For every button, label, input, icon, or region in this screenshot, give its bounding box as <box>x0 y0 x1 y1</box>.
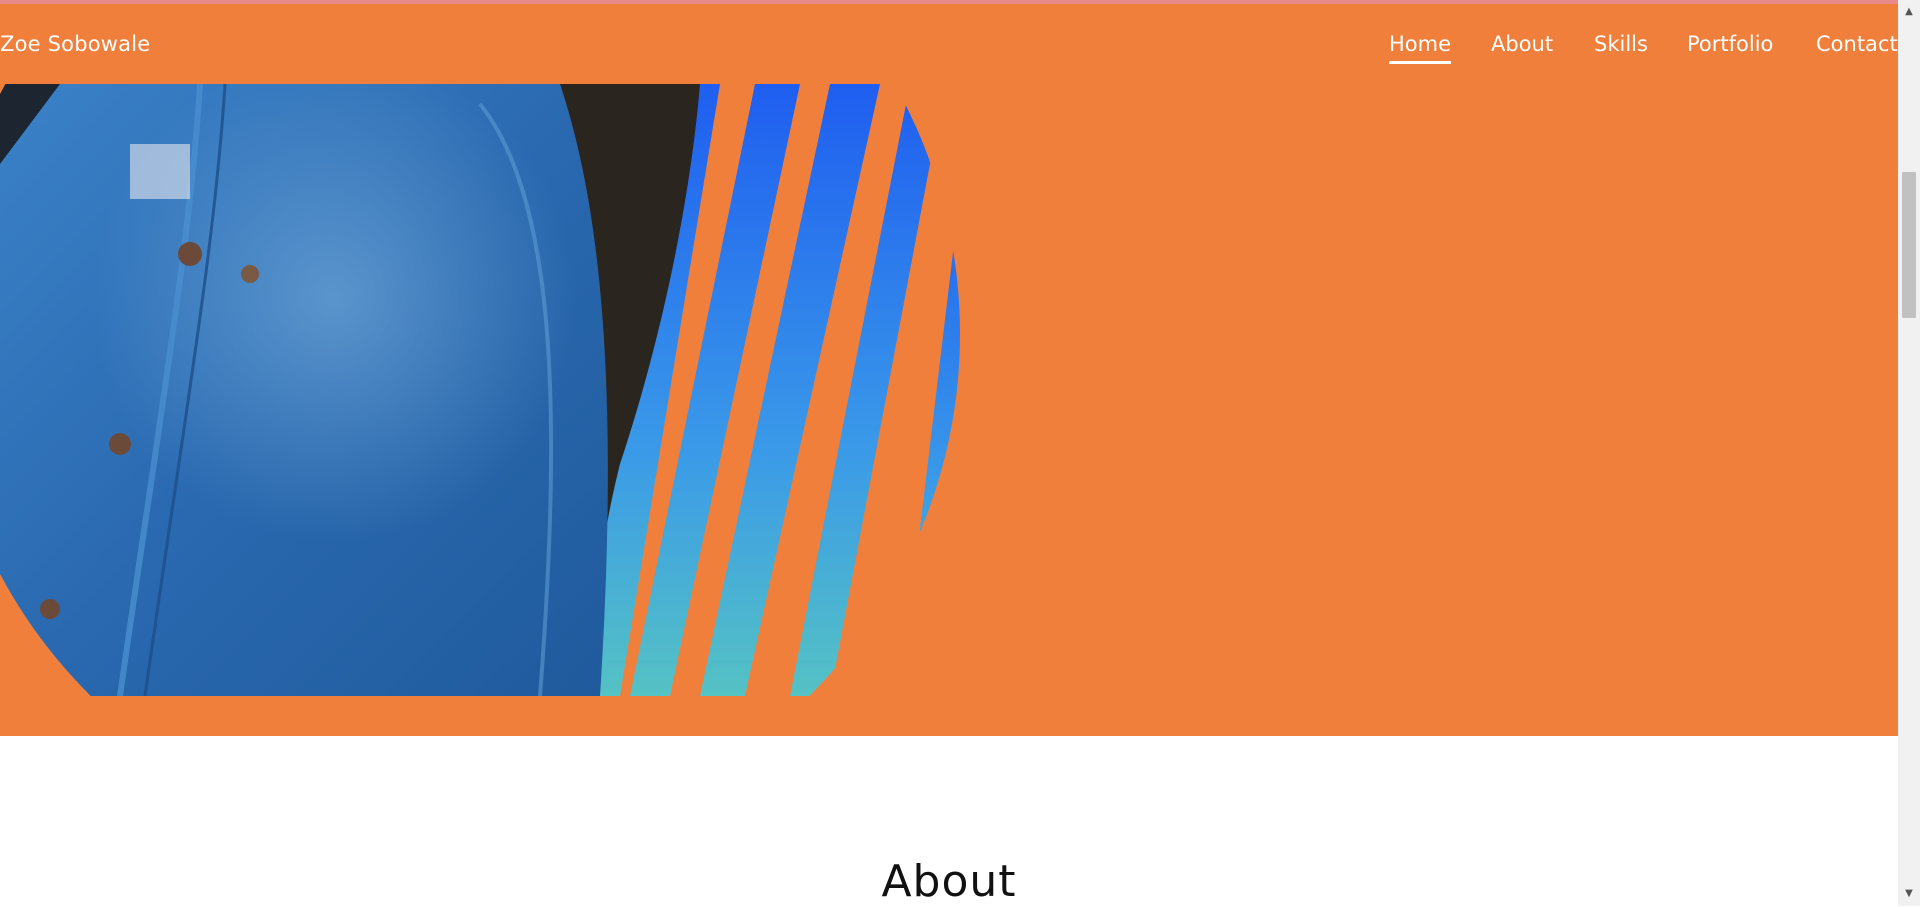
triangle-down-icon[interactable]: ▼ <box>1898 886 1920 902</box>
nav-home-label: Home <box>1389 32 1452 56</box>
scrollbar-thumb[interactable] <box>1902 172 1916 318</box>
brand-link[interactable]: Zoe Sobowale <box>0 32 150 56</box>
hero-portrait-image <box>0 84 960 696</box>
nav-portfolio[interactable]: Portfolio <box>1687 32 1773 56</box>
nav-skills[interactable]: Skills <box>1594 32 1648 56</box>
vertical-scrollbar[interactable]: ▲ ▼ <box>1898 0 1920 906</box>
nav-about[interactable]: About <box>1491 32 1553 56</box>
nav-contact[interactable]: Contact <box>1816 32 1898 56</box>
about-heading: About <box>881 856 1017 907</box>
nav-home[interactable]: Home <box>1389 32 1452 64</box>
active-indicator <box>1389 61 1452 64</box>
hero-section <box>0 84 1898 736</box>
navbar: Zoe Sobowale Home About Skills Portfolio… <box>0 4 1898 84</box>
triangle-up-icon[interactable]: ▲ <box>1898 4 1920 20</box>
